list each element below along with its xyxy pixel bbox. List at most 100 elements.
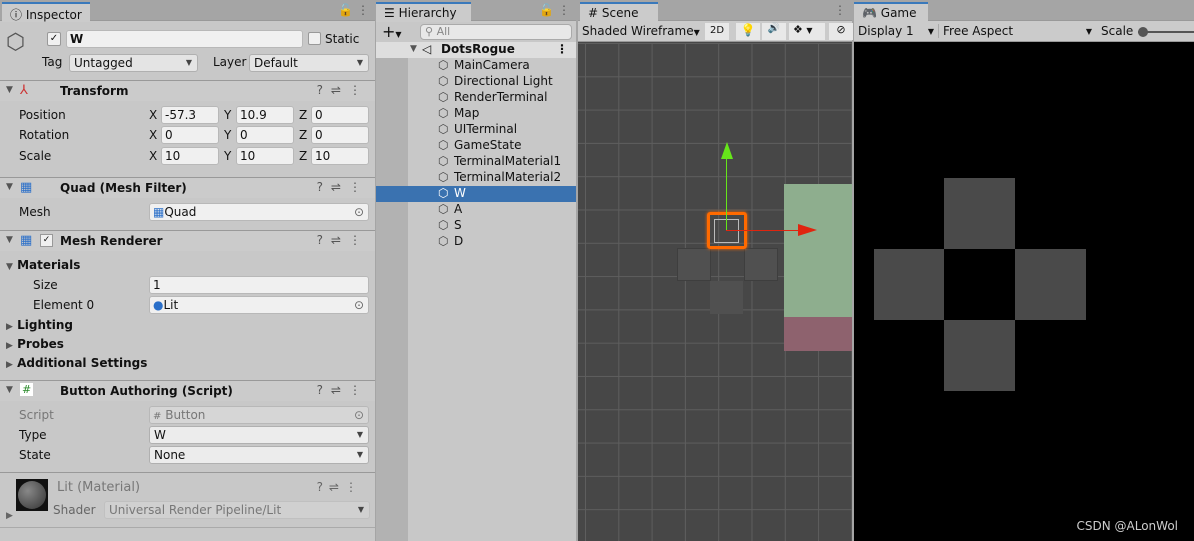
- state-dropdown[interactable]: None: [149, 446, 369, 464]
- aspect-dropdown[interactable]: Free Aspect ▼: [938, 24, 1092, 38]
- hierarchy-item[interactable]: ⬡ A: [376, 202, 576, 218]
- hierarchy-item[interactable]: ⬡ GameState: [376, 138, 576, 154]
- transform-icon: ⅄: [20, 83, 28, 98]
- script-label: Script: [19, 408, 54, 422]
- button-authoring-header[interactable]: ▼ # Button Authoring (Script) ?⇌⋮: [0, 380, 375, 401]
- component-tools-icon[interactable]: ?⇌⋮: [317, 83, 369, 97]
- gizmo-x-arrow-icon[interactable]: [798, 224, 817, 236]
- effects-toggle-icon[interactable]: ❖ ▼: [789, 23, 825, 40]
- gizmo-y-axis[interactable]: [726, 158, 727, 230]
- axis-z-label: Z: [299, 149, 308, 163]
- 2d-toggle[interactable]: 2D: [705, 23, 729, 40]
- mesh-renderer-header[interactable]: ▼ ▦ ✓ Mesh Renderer ?⇌⋮: [0, 230, 375, 251]
- lock-menu-icon[interactable]: 🔓 ⋮: [539, 3, 570, 17]
- tab-inspector[interactable]: ⓘ Inspector: [2, 2, 90, 22]
- type-label: Type: [19, 428, 47, 442]
- gameobject-cube-icon: ⬡: [6, 30, 26, 55]
- axis-y-label: Y: [224, 149, 232, 163]
- script-field: # Button ⊙: [149, 406, 369, 424]
- display-dropdown[interactable]: Display 1 ▼: [858, 24, 934, 38]
- rotation-y-field[interactable]: 0: [236, 126, 294, 144]
- material-foldout-arrow[interactable]: ▶: [6, 511, 13, 521]
- axis-z-label: Z: [299, 108, 308, 122]
- transform-header[interactable]: ▼ ⅄ Transform ?⇌⋮: [0, 80, 375, 101]
- hierarchy-item[interactable]: ⬡ TerminalMaterial2: [376, 170, 576, 186]
- rotation-x-field[interactable]: 0: [161, 126, 219, 144]
- layer-dropdown[interactable]: Default: [249, 54, 369, 72]
- game-button-d: [1015, 249, 1086, 320]
- rotation-z-field[interactable]: 0: [311, 126, 369, 144]
- scale-z-field[interactable]: 10: [311, 147, 369, 165]
- axis-y-label: Y: [224, 128, 232, 142]
- lighting-toggle-icon[interactable]: 💡: [736, 23, 760, 40]
- draw-mode-dropdown[interactable]: Shaded Wireframe▼: [582, 24, 700, 38]
- hierarchy-item[interactable]: ⬡ Map: [376, 106, 576, 122]
- component-tools-icon[interactable]: ?⇌⋮: [317, 180, 369, 194]
- scene-panel: # Scene ⋮ Shaded Wireframe▼ 2D 💡 🔊 ❖ ▼ ⊘: [578, 0, 853, 541]
- scene-row[interactable]: ▼ ◁ DotsRogue ⋮: [376, 42, 576, 58]
- element-field[interactable]: ●Lit ⊙: [149, 296, 369, 314]
- menu-icon[interactable]: ⋮: [834, 3, 846, 17]
- name-field[interactable]: W: [66, 30, 303, 48]
- hierarchy-item[interactable]: ⬡ S: [376, 218, 576, 234]
- active-checkbox[interactable]: ✓: [47, 32, 61, 46]
- additional-settings-foldout[interactable]: ▶ Additional Settings: [6, 356, 147, 370]
- lock-menu-icon[interactable]: 🔓 ⋮: [338, 3, 369, 17]
- game-panel: 🎮 Game Display 1 ▼ Free Aspect ▼ Scale CSD…: [854, 0, 1194, 541]
- scale-slider[interactable]: [1138, 27, 1194, 37]
- info-icon: ⓘ: [10, 8, 23, 22]
- scale-y-field[interactable]: 10: [236, 147, 294, 165]
- hierarchy-item[interactable]: ⬡ TerminalMaterial1: [376, 154, 576, 170]
- scene-view[interactable]: [578, 43, 852, 541]
- static-dropdown[interactable]: Static: [325, 32, 359, 46]
- materials-foldout[interactable]: ▼ Materials: [6, 258, 80, 272]
- mesh-label: Mesh: [19, 205, 51, 219]
- hierarchy-item[interactable]: ⬡ D: [376, 234, 576, 250]
- component-tools-icon[interactable]: ?⇌⋮: [317, 480, 363, 494]
- gizmo-y-arrow-icon[interactable]: [721, 142, 733, 159]
- hierarchy-item[interactable]: ⬡ Directional Light: [376, 74, 576, 90]
- mesh-field[interactable]: ▦Quad ⊙: [149, 203, 369, 221]
- lighting-foldout[interactable]: ▶ Lighting: [6, 318, 73, 332]
- hierarchy-item[interactable]: ⬡ MainCamera: [376, 58, 576, 74]
- hierarchy-item[interactable]: ⬡ RenderTerminal: [376, 90, 576, 106]
- map-quad-green: [784, 184, 852, 318]
- tag-dropdown[interactable]: Untagged: [69, 54, 198, 72]
- mesh-icon: ▦: [153, 205, 165, 219]
- tab-scene[interactable]: # Scene: [580, 2, 658, 22]
- gameobject-icon: ⬡: [438, 170, 449, 184]
- create-button[interactable]: +▼: [382, 22, 402, 41]
- audio-toggle-icon[interactable]: 🔊: [762, 23, 786, 40]
- gameobject-icon: ⬡: [438, 122, 449, 136]
- material-title: Lit (Material): [57, 480, 141, 495]
- hierarchy-item[interactable]: ⬡ UITerminal: [376, 122, 576, 138]
- shader-dropdown: Universal Render Pipeline/Lit: [104, 501, 370, 519]
- material-preview-sphere: [16, 479, 48, 511]
- visibility-toggle-icon[interactable]: ⊘: [829, 23, 853, 40]
- game-button-s: [944, 320, 1015, 391]
- size-field[interactable]: 1: [149, 276, 369, 294]
- position-x-field[interactable]: -57.3: [161, 106, 219, 124]
- position-y-field[interactable]: 10.9: [236, 106, 294, 124]
- static-checkbox[interactable]: [308, 32, 321, 45]
- hierarchy-search-input[interactable]: ⚲ All: [420, 24, 572, 40]
- axis-x-label: X: [149, 128, 158, 142]
- list-icon: ☰: [384, 6, 395, 20]
- gizmo-x-axis[interactable]: [726, 230, 798, 231]
- mesh-filter-header[interactable]: ▼ ▦ Quad (Mesh Filter) ?⇌⋮: [0, 177, 375, 198]
- component-tools-icon[interactable]: ?⇌⋮: [317, 233, 369, 247]
- probes-foldout[interactable]: ▶ Probes: [6, 337, 64, 351]
- game-button-a: [874, 249, 944, 320]
- type-dropdown[interactable]: W: [149, 426, 369, 444]
- hierarchy-item[interactable]: ⬡ W: [376, 186, 576, 202]
- scale-x-field[interactable]: 10: [161, 147, 219, 165]
- tab-hierarchy[interactable]: ☰ Hierarchy: [376, 2, 471, 22]
- position-z-field[interactable]: 0: [311, 106, 369, 124]
- component-tools-icon[interactable]: ?⇌⋮: [317, 383, 369, 397]
- gameobject-icon: ⬡: [438, 218, 449, 232]
- shader-label: Shader: [53, 503, 96, 517]
- tab-game[interactable]: 🎮 Game: [854, 2, 928, 22]
- rotation-label: Rotation: [19, 128, 70, 142]
- tag-label: Tag: [42, 55, 63, 69]
- mesh-renderer-enabled-checkbox[interactable]: ✓: [40, 234, 53, 247]
